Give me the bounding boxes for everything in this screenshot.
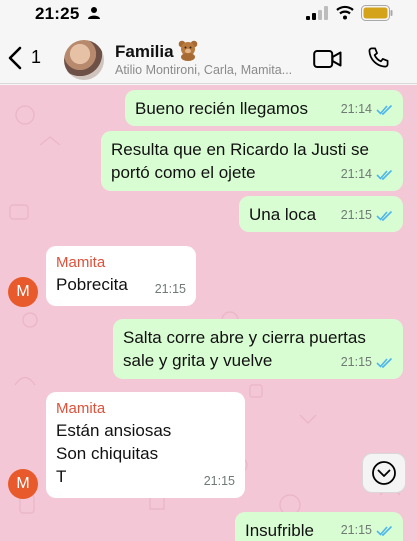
chat-area[interactable]: Bueno recién llegamos 21:14 Resulta que … — [0, 85, 417, 541]
scroll-down-icon — [372, 461, 396, 485]
message-text-line: Son chiquitas — [56, 444, 159, 463]
chat-participants[interactable]: Atilio Montironi, Carla, Mamita... — [115, 63, 305, 77]
sender-avatar[interactable]: M — [8, 277, 38, 307]
outgoing-message[interactable]: Una loca 21:15 — [239, 196, 403, 232]
double-check-icon — [376, 525, 393, 536]
outgoing-message[interactable]: Resulta que en Ricardo la Justi se portó… — [101, 131, 403, 191]
message-text-line: Están ansiosas — [56, 421, 172, 440]
message-meta: 21:15 — [341, 351, 393, 374]
double-check-icon — [376, 210, 393, 221]
message-time: 21:15 — [340, 208, 372, 222]
message-text: Bueno recién llegamos — [135, 99, 308, 118]
video-call-icon[interactable] — [313, 49, 342, 69]
message-time: 21:15 — [203, 474, 235, 488]
incoming-message[interactable]: Mamita Están ansiosas Son chiquitas T 21… — [46, 392, 245, 498]
message-text-line: Resulta que en Ricardo la Justi se — [111, 140, 369, 159]
battery-icon — [361, 5, 393, 21]
wifi-icon — [336, 5, 354, 20]
message-time: 21:14 — [340, 167, 372, 181]
message-text: Una loca — [249, 205, 317, 224]
status-bar: 21:25 — [0, 0, 417, 26]
signal-icon — [306, 6, 328, 20]
person-icon — [88, 7, 100, 19]
message-meta: 21:15 — [204, 470, 235, 493]
sender-name[interactable]: Mamita — [56, 253, 186, 273]
unread-count[interactable]: 1 — [31, 47, 41, 68]
incoming-message[interactable]: Mamita Pobrecita 21:15 — [46, 246, 196, 306]
back-chevron-icon[interactable] — [8, 46, 22, 70]
message-time: 21:15 — [340, 355, 372, 369]
message-meta: 21:15 — [155, 278, 186, 301]
message-time: 21:15 — [154, 282, 186, 296]
message-meta: 21:15 — [341, 519, 393, 541]
message-time: 21:15 — [340, 523, 372, 537]
outgoing-message[interactable]: Bueno recién llegamos 21:14 — [125, 90, 403, 126]
outgoing-message[interactable]: Salta corre abre y cierra puertas sale y… — [113, 319, 403, 379]
scroll-to-bottom-button[interactable] — [362, 453, 406, 493]
chat-title[interactable]: Familia — [115, 42, 174, 62]
message-text-line: Salta corre abre y cierra puertas — [123, 328, 366, 347]
message-meta: 21:15 — [341, 204, 393, 227]
message-meta: 21:14 — [341, 163, 393, 186]
double-check-icon — [376, 169, 393, 180]
double-check-icon — [376, 357, 393, 368]
phone-icon[interactable] — [367, 46, 390, 69]
chat-header: 1 Familia Atilio Montironi, Carla, Mamit… — [0, 26, 417, 84]
message-meta: 21:14 — [341, 98, 393, 121]
message-text: Insufrible — [245, 521, 314, 540]
group-avatar[interactable] — [64, 40, 104, 80]
double-check-icon — [376, 104, 393, 115]
message-time: 21:14 — [340, 102, 372, 116]
teddy-bear-icon — [178, 40, 198, 61]
sender-avatar[interactable]: M — [8, 469, 38, 499]
status-time: 21:25 — [35, 4, 80, 23]
outgoing-message[interactable]: Insufrible 21:15 — [235, 512, 403, 541]
sender-name[interactable]: Mamita — [56, 399, 235, 419]
